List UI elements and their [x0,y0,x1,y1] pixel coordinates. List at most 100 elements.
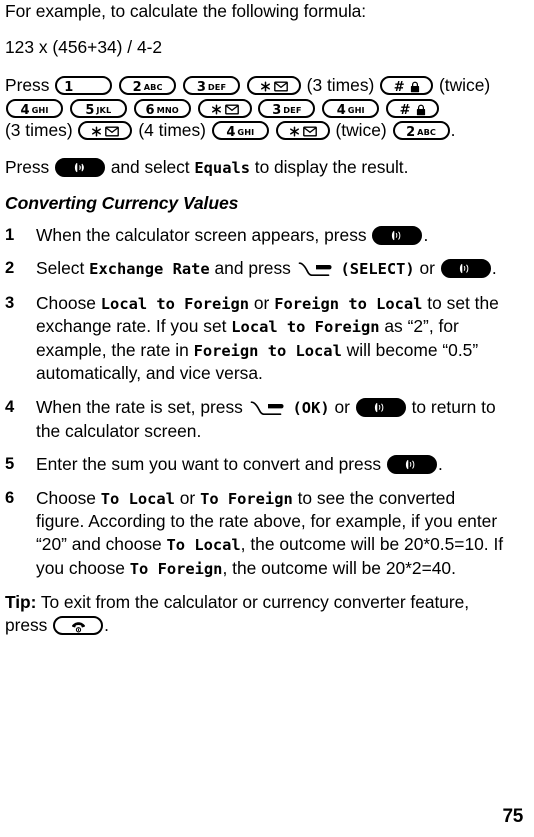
key-4: 4 GHI [322,98,380,118]
softkey-label: (SELECT) [340,260,415,279]
send-glyph [373,402,388,415]
step-text: Choose [36,487,101,508]
send-key-icon [440,259,491,279]
step-text: When the calculator screen appears, pres… [36,224,372,245]
send-key-icon [55,157,106,177]
step-text: or [174,487,201,508]
step-item: 6 Choose To Local or To Foreign to see th… [5,487,505,580]
envelope-glyph [224,104,239,115]
step-text: . [491,258,497,279]
step-text: When the rate is set, press [36,397,248,418]
seq-text: (3 times) [306,75,375,95]
key-4: 4 GHI [6,98,63,118]
key-letters: GHI [347,104,365,115]
step-text: or [414,258,440,279]
hash-glyph: # [393,80,405,95]
key-digit: 3 [196,80,206,95]
ui-string: Foreign to Local [274,294,423,313]
seq-text: (twice) [439,75,491,95]
send-glyph [404,459,419,472]
key-5: 5 JKL [69,98,127,118]
key-hash: # [380,76,434,95]
equals-before: Press [5,156,50,177]
step-text: or [329,397,355,418]
key-letters: ABC [417,127,437,137]
key-3: 3 DEF [258,98,316,118]
end-key-icon [53,616,104,636]
step-number: 4 [5,397,15,417]
key-letters: GHI [31,104,49,115]
key-star [197,98,252,118]
step-text: . [437,454,443,475]
key-digit: 4 [20,102,30,118]
key-letters: ABC [143,82,163,92]
key-digit: 4 [226,125,236,140]
lock-glyph [416,104,426,116]
step-item: 1 When the calculator screen appears, pre… [5,224,505,247]
key-1: 1 [55,76,113,95]
equals-paragraph: Press and select Equals to display the r… [5,156,505,180]
star-glyph [260,81,271,92]
step-list: 1 When the calculator screen appears, pre… [5,224,505,581]
ui-string: Foreign to Local [193,341,342,360]
key-letters: DEF [283,104,302,115]
key-sequence-paragraph: Press 1 2 ABC 3 DEF (3 times) # (twice) 4G… [5,74,505,142]
envelope-glyph [273,81,288,92]
key-3: 3 DEF [182,76,240,95]
ui-string: To Foreign [129,559,223,578]
tip-paragraph: Tip: To exit from the calculator or curr… [5,591,505,637]
step-text: , the outcome will be 20*2=40. [222,557,456,578]
step-text: . [423,224,429,245]
send-key-icon [386,455,437,475]
ui-string: To Foreign [200,489,293,508]
step-number: 2 [5,258,15,278]
manual-page: For example, to calculate the following … [0,0,534,837]
key-digit: 2 [406,125,416,140]
key-4: 4 GHI [211,121,269,140]
envelope-glyph [105,126,120,137]
key-letters: MNO [156,104,179,115]
step-text: or [249,292,275,313]
page-number: 75 [502,806,523,827]
section-heading: Converting Currency Values [5,192,239,213]
key-letters: DEF [207,82,227,92]
step-text: Choose [36,292,101,313]
tip-label: Tip: [5,592,37,613]
key-digit: 4 [336,102,346,118]
key-star [78,121,133,140]
end-glyph [70,620,87,633]
key-2: 2 ABC [119,76,177,95]
key-2: 2 ABC [392,121,450,140]
step-number: 1 [5,224,15,244]
key-letters: GHI [237,127,255,137]
step-text: Enter the sum you want to convert and pr… [36,454,386,475]
step-item: 2 Select Exchange Rate and press (SELECT)… [5,257,505,281]
ui-string: Local to Foreign [100,294,250,313]
hash-glyph: # [399,102,411,118]
envelope-glyph [302,126,317,137]
key-digit: 3 [272,102,282,118]
seq-text: (4 times) [138,120,206,140]
key-6: 6 MNO [133,98,191,118]
step-text: and press [209,258,296,279]
ui-string: To Local [166,536,241,555]
key-digit: 5 [85,102,95,118]
key-star [246,76,301,95]
step-number: 5 [5,454,15,474]
lock-glyph [410,81,420,93]
ui-string: To Local [100,489,175,508]
left-softkey-icon [298,261,334,278]
equals-after: to display the result. [254,156,409,177]
ui-string-equals: Equals [194,158,250,177]
send-glyph [390,230,405,243]
star-glyph [289,126,300,137]
seq-text: (3 times) [5,120,73,140]
send-key-icon [372,225,423,245]
seq-text: . [450,120,456,140]
star-glyph [91,126,102,137]
ui-string: Local to Foreign [231,318,380,337]
ui-string: Exchange Rate [89,260,210,279]
key-sequence: 1 2 ABC 3 DEF (3 times) # (twice) 4 GHI 5 JK… [5,75,490,140]
formula-text: 123 x (456+34) / 4-2 [5,37,163,57]
step-item: 4 When the rate is set, press (OK) or to … [5,396,505,442]
